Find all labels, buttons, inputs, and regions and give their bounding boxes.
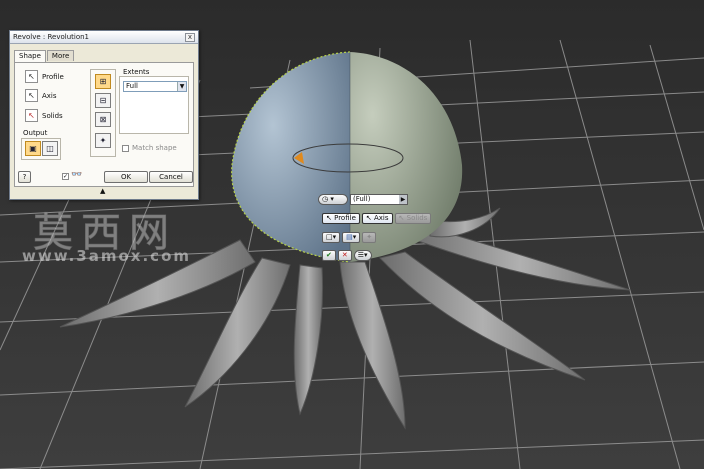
profile-label: Profile xyxy=(42,72,64,81)
chevron-down-icon: ▾ xyxy=(352,233,357,241)
cancel-button[interactable]: Cancel xyxy=(149,171,193,183)
solid-icon: □ xyxy=(326,233,333,241)
watermark-url: www.3amox.com xyxy=(22,247,192,265)
new-solid-button[interactable]: ✦ xyxy=(362,232,377,243)
preview-checkbox[interactable]: ✓ xyxy=(62,173,69,180)
tab-more[interactable]: More xyxy=(46,50,75,61)
new-solid-icon: ✦ xyxy=(366,233,373,241)
axis-selector[interactable]: ↖ Axis xyxy=(25,89,57,102)
profile-selector[interactable]: ↖ Profile xyxy=(25,70,64,83)
new-solid-icon[interactable]: ✦ xyxy=(95,133,111,148)
dialog-titlebar[interactable]: Revolve : Revolution1 x xyxy=(10,31,198,44)
profile-button[interactable]: ↖ Profile xyxy=(322,213,360,224)
extents-dropdown[interactable]: Full ▼ xyxy=(123,81,187,92)
clock-icon: ◷ xyxy=(322,195,329,203)
solids-selector[interactable]: ↖ Solids xyxy=(25,109,63,122)
chevron-down-icon: ▾ xyxy=(332,233,337,241)
chevron-down-icon: ▾ xyxy=(364,251,368,259)
apply-button[interactable]: ✔ xyxy=(322,250,336,261)
chevron-right-icon: ▶ xyxy=(399,195,407,204)
help-icon: ? xyxy=(22,173,27,181)
operation-button[interactable]: ▤ ▾ xyxy=(342,232,361,243)
solids-label: Solids xyxy=(42,111,63,120)
close-icon[interactable]: x xyxy=(185,32,195,42)
axis-button-label: Axis xyxy=(373,214,389,222)
ok-button[interactable]: OK xyxy=(104,171,148,183)
extent-field[interactable]: (Full) ▶ xyxy=(350,194,408,205)
extent-value: (Full) xyxy=(353,195,371,203)
solids-button-label: Solids xyxy=(406,214,428,222)
dialog-tabs: Shape More xyxy=(14,50,75,62)
solids-button[interactable]: ↖ Solids xyxy=(394,213,432,224)
output-label: Output xyxy=(23,129,48,137)
mini-toolbar: ◷ ▾ (Full) ▶ ↖ Profile ↖ Axis ↖ Solids □… xyxy=(318,194,443,266)
solid-output-button[interactable]: ▣ xyxy=(25,141,41,156)
collapse-arrow-icon[interactable]: ▲ xyxy=(100,187,105,195)
arrow-select-icon: ↖ xyxy=(25,109,38,122)
check-icon: ✔ xyxy=(326,251,332,259)
revolve-dialog: Revolve : Revolution1 x Shape More ↖ Pro… xyxy=(9,30,199,200)
arrow-select-icon: ↖ xyxy=(326,214,332,222)
cancel-x-button[interactable]: ✕ xyxy=(337,250,352,261)
join-icon: ▤ xyxy=(346,233,353,241)
help-button[interactable]: ? xyxy=(18,171,31,183)
extents-value: Full xyxy=(126,82,138,90)
close-icon: ✕ xyxy=(341,251,348,259)
dialog-title: Revolve : Revolution1 xyxy=(13,33,90,41)
extents-label: Extents xyxy=(123,68,150,76)
extent-type-button[interactable]: ◷ ▾ xyxy=(318,194,348,205)
axis-label: Axis xyxy=(42,91,57,100)
match-shape-checkbox[interactable] xyxy=(122,145,129,152)
profile-button-label: Profile xyxy=(334,214,356,222)
arrow-select-icon: ↖ xyxy=(25,70,38,83)
arrow-select-icon: ↖ xyxy=(365,214,372,222)
intersect-icon[interactable]: ⊠ xyxy=(95,112,111,127)
shape-panel: ↖ Profile ↖ Axis ↖ Solids Output ▣ ◫ ⊞ ⊟… xyxy=(14,62,194,187)
match-shape-label: Match shape xyxy=(132,144,177,152)
tab-shape[interactable]: Shape xyxy=(14,50,46,62)
arrow-select-icon: ↖ xyxy=(398,214,405,222)
arrow-select-icon: ↖ xyxy=(25,89,38,102)
options-button[interactable]: ☰ ▾ xyxy=(353,250,372,261)
surface-output-button[interactable]: ◫ xyxy=(42,141,58,156)
cut-icon[interactable]: ⊟ xyxy=(95,93,111,108)
chevron-down-icon: ▼ xyxy=(177,82,186,91)
chevron-down-icon: ▾ xyxy=(330,195,334,203)
output-type-button[interactable]: □ ▾ xyxy=(322,232,341,243)
axis-button[interactable]: ↖ Axis xyxy=(361,213,393,224)
glasses-icon: 👓 xyxy=(71,170,83,180)
join-icon[interactable]: ⊞ xyxy=(95,74,111,89)
